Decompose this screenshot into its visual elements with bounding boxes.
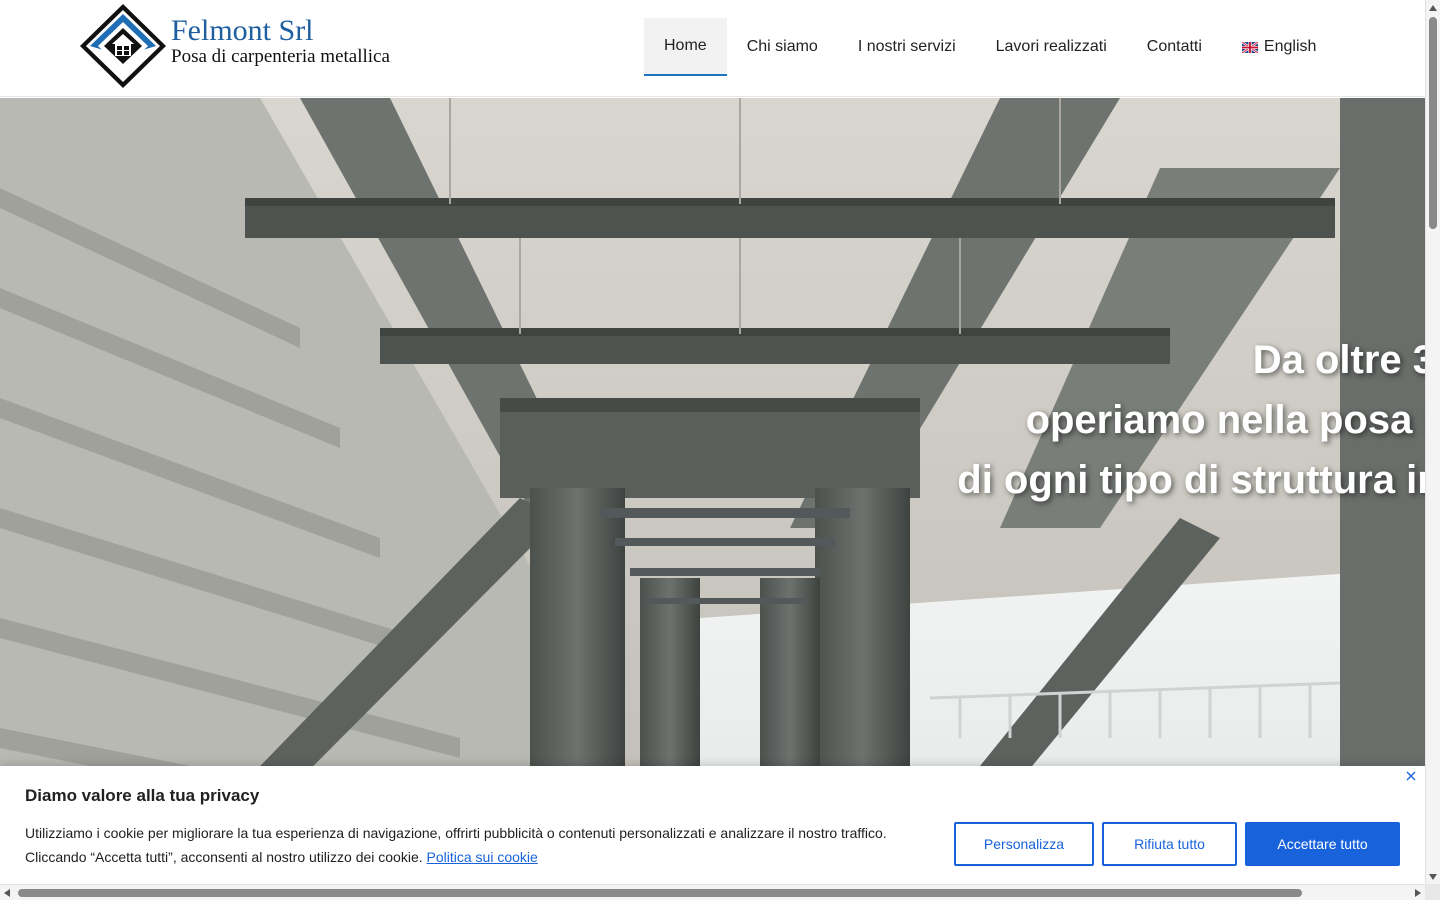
horizontal-scrollbar[interactable] <box>0 884 1425 900</box>
scroll-down-arrow-icon[interactable] <box>1429 874 1437 880</box>
scroll-right-arrow-icon[interactable] <box>1415 889 1421 897</box>
customize-button[interactable]: Personalizza <box>954 822 1094 866</box>
logo-title: Felmont Srl <box>171 14 314 47</box>
horizontal-scroll-thumb[interactable] <box>18 889 1302 897</box>
vertical-scrollbar[interactable] <box>1425 0 1440 884</box>
accept-all-button[interactable]: Accettare tutto <box>1245 822 1400 866</box>
nav-item-home[interactable]: Home <box>644 18 727 76</box>
scrollbar-corner <box>1425 884 1440 900</box>
cookie-policy-link[interactable]: Politica sui cookie <box>427 849 538 865</box>
cookie-description: Utilizziamo i cookie per migliorare la t… <box>25 821 945 869</box>
uk-flag-icon <box>1241 41 1258 53</box>
reject-all-button[interactable]: Rifiuta tutto <box>1102 822 1237 866</box>
nav-item-servizi[interactable]: I nostri servizi <box>838 18 976 76</box>
nav-item-chi-siamo[interactable]: Chi siamo <box>727 18 838 76</box>
scroll-left-arrow-icon[interactable] <box>4 889 10 897</box>
page: Felmont Srl Posa di carpenteria metallic… <box>0 0 1440 900</box>
nav-item-english[interactable]: English <box>1222 18 1336 76</box>
hero-caption: Da oltre 3 operiamo nella posa in di ogn… <box>665 330 1425 510</box>
cookie-title: Diamo valore alla tua privacy <box>25 786 260 805</box>
hero-caption-line-1: Da oltre 3 <box>1252 338 1425 382</box>
close-icon[interactable] <box>1403 768 1419 784</box>
logo-diamond-icon <box>80 4 166 88</box>
nav-item-lavori[interactable]: Lavori realizzati <box>976 18 1127 76</box>
cookie-consent-banner: Diamo valore alla tua privacy Utilizziam… <box>0 766 1425 884</box>
site-header: Felmont Srl Posa di carpenteria metallic… <box>0 0 1425 97</box>
main-nav: Home Chi siamo I nostri servizi Lavori r… <box>644 18 1336 76</box>
scroll-up-arrow-icon[interactable] <box>1429 5 1437 11</box>
logo-subtitle: Posa di carpenteria metallica <box>171 46 390 67</box>
nav-item-english-label: English <box>1263 38 1317 55</box>
hero-caption-line-2: operiamo nella posa in <box>1025 398 1425 442</box>
vertical-scroll-thumb[interactable] <box>1429 17 1437 229</box>
nav-item-contatti[interactable]: Contatti <box>1127 18 1222 76</box>
hero-caption-line-3: di ogni tipo di struttura in c <box>957 458 1425 502</box>
site-logo[interactable]: Felmont Srl Posa di carpenteria metallic… <box>80 4 420 90</box>
